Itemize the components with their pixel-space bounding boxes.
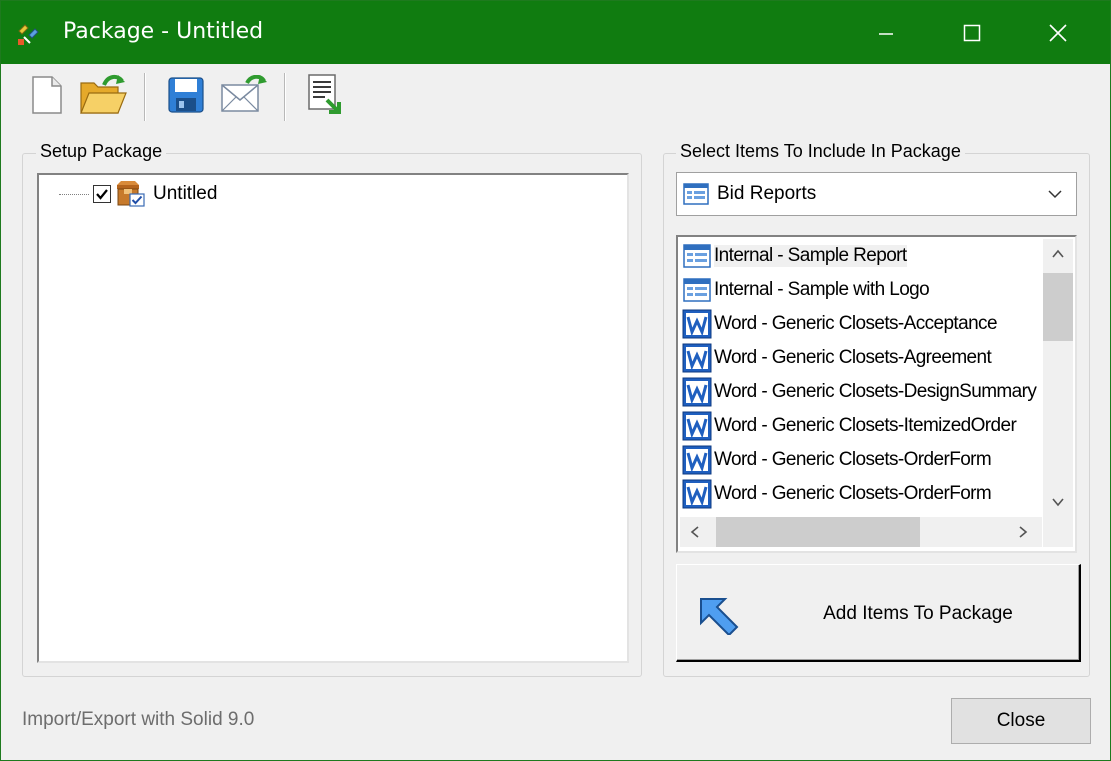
setup-package-legend: Setup Package <box>36 141 167 162</box>
toolbar <box>1 65 1110 125</box>
vertical-scrollbar[interactable] <box>1043 239 1073 517</box>
item-type-dropdown[interactable]: Bid Reports <box>676 172 1077 216</box>
tree-node-label: Untitled <box>153 183 218 204</box>
available-items-list[interactable]: Internal - Sample Report Internal - Sampl… <box>676 235 1077 553</box>
minimize-button[interactable] <box>854 1 918 64</box>
scroll-down-button[interactable] <box>1043 487 1073 517</box>
toolbar-separator <box>144 73 146 121</box>
save-disk-icon <box>168 77 204 113</box>
horizontal-scrollbar[interactable] <box>680 517 1042 547</box>
email-envelope-icon <box>221 75 267 112</box>
word-doc-icon <box>682 411 712 441</box>
window-title: Package - Untitled <box>63 19 264 44</box>
list-item-label: Internal - Sample with Logo <box>714 279 930 300</box>
list-item[interactable]: Word - Generic Closets-OrderForm <box>682 477 1042 511</box>
list-item-label: Word - Generic Closets-OrderForm <box>714 483 992 504</box>
minimize-icon <box>879 32 893 35</box>
package-tree[interactable]: Untitled <box>37 173 629 663</box>
open-folder-button[interactable] <box>77 69 129 121</box>
horizontal-scroll-thumb[interactable] <box>716 517 920 547</box>
export-document-icon <box>308 74 341 114</box>
select-items-legend: Select Items To Include In Package <box>676 141 965 162</box>
list-item[interactable]: Internal - Sample with Logo <box>682 273 1042 307</box>
list-item[interactable]: Word - Generic Closets-ItemizedOrder <box>682 409 1042 443</box>
list-item-label: Word - Generic Closets-OrderForm <box>714 449 992 470</box>
word-doc-icon <box>682 377 712 407</box>
toolbar-separator <box>284 73 286 121</box>
title-bar[interactable]: Package - Untitled <box>1 1 1110 64</box>
chevron-up-icon <box>1052 249 1064 258</box>
chevron-down-icon <box>1048 190 1062 199</box>
add-items-label: Add Items To Package <box>823 603 1013 624</box>
new-document-icon <box>32 76 62 114</box>
list-item[interactable]: Word - Generic Closets-DesignSummary <box>682 375 1042 409</box>
list-item-label: Word - Generic Closets-ItemizedOrder <box>714 415 1017 436</box>
tree-node-untitled[interactable]: Untitled <box>59 181 217 207</box>
scroll-up-button[interactable] <box>1043 239 1073 269</box>
dropdown-selected-value: Bid Reports <box>717 183 817 204</box>
checkmark-icon <box>96 189 108 200</box>
chevron-down-icon <box>1052 498 1064 507</box>
report-icon <box>683 244 711 268</box>
word-doc-icon <box>682 479 712 509</box>
package-window: Package - Untitled Setup Package Untitle… <box>0 0 1111 761</box>
report-icon <box>683 278 711 302</box>
email-button[interactable] <box>218 69 270 121</box>
list-item-label: Word - Generic Closets-Acceptance <box>714 313 998 334</box>
maximize-icon <box>963 24 981 41</box>
new-document-button[interactable] <box>21 69 73 121</box>
scrollbar-corner <box>1043 517 1073 547</box>
close-window-button[interactable] <box>1026 1 1090 64</box>
word-doc-icon <box>682 445 712 475</box>
add-items-button[interactable]: Add Items To Package <box>676 564 1081 662</box>
list-item-label: Internal - Sample Report <box>714 245 907 267</box>
scroll-left-button[interactable] <box>680 517 710 547</box>
close-button[interactable]: Close <box>951 698 1091 744</box>
save-button[interactable] <box>160 69 212 121</box>
list-items-container: Internal - Sample Report Internal - Sampl… <box>682 239 1042 511</box>
list-item-label: Word - Generic Closets-DesignSummary <box>714 381 1037 402</box>
list-item[interactable]: Word - Generic Closets-Agreement <box>682 341 1042 375</box>
word-doc-icon <box>682 309 712 339</box>
list-item[interactable]: Word - Generic Closets-Acceptance <box>682 307 1042 341</box>
maximize-button[interactable] <box>940 1 1004 64</box>
tree-connector <box>59 193 89 195</box>
chevron-right-icon <box>1019 526 1028 538</box>
list-item[interactable]: Internal - Sample Report <box>682 239 1042 273</box>
list-item[interactable]: Word - Generic Closets-OrderForm <box>682 443 1042 477</box>
scroll-right-button[interactable] <box>1008 517 1038 547</box>
list-item-label: Word - Generic Closets-Agreement <box>714 347 992 368</box>
report-icon <box>683 183 709 205</box>
close-icon <box>1049 23 1067 42</box>
package-icon <box>117 181 145 207</box>
open-folder-icon <box>80 74 127 114</box>
package-app-icon <box>18 24 39 45</box>
chevron-left-icon <box>690 526 699 538</box>
export-button[interactable] <box>299 69 351 121</box>
tree-node-checkbox[interactable] <box>93 185 111 203</box>
status-text: Import/Export with Solid 9.0 <box>22 709 255 730</box>
word-doc-icon <box>682 343 712 373</box>
vertical-scroll-thumb[interactable] <box>1043 273 1073 341</box>
